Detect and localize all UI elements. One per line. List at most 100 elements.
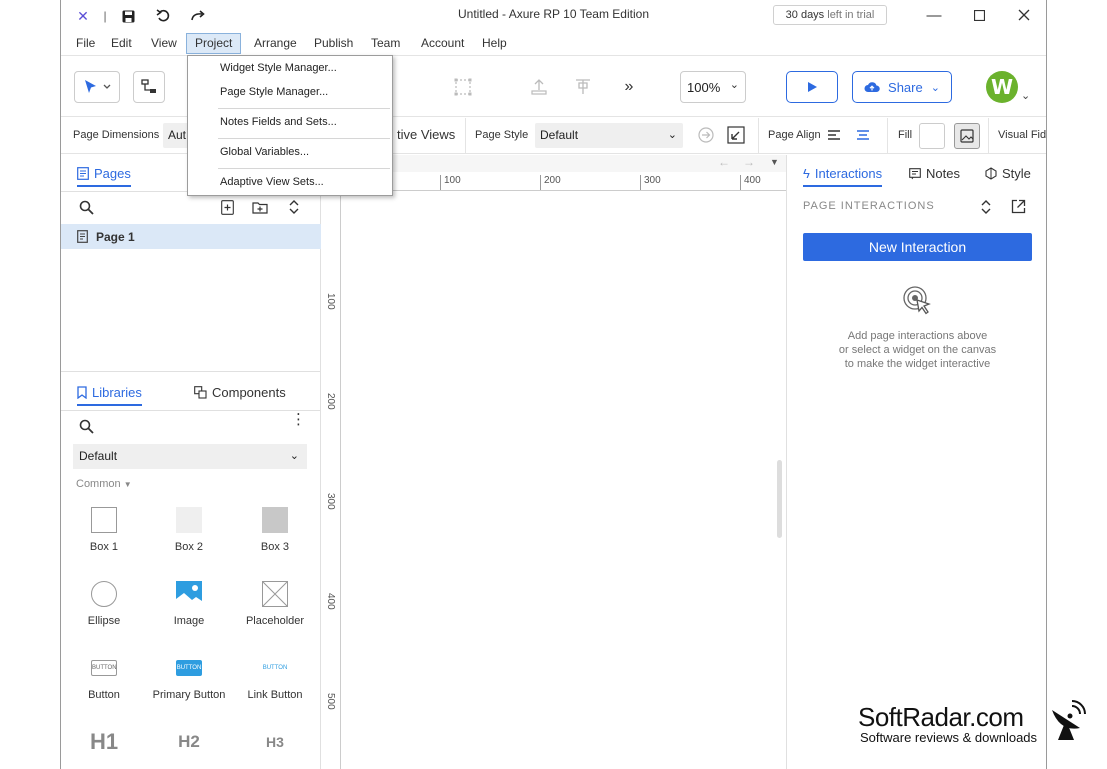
- widget-ellipse[interactable]: Ellipse: [61, 579, 147, 627]
- more-tools-icon[interactable]: »: [617, 75, 641, 99]
- bring-front-icon[interactable]: [527, 75, 551, 99]
- redo-icon[interactable]: [188, 6, 208, 26]
- lightning-icon: ϟ: [803, 166, 810, 181]
- ellipse-thumb: [91, 581, 117, 607]
- back-arrow-icon[interactable]: ←: [718, 155, 730, 169]
- trial-rest: left in trial: [827, 9, 875, 21]
- style-icon: [985, 167, 997, 180]
- align-top-icon[interactable]: [571, 75, 595, 99]
- preview-button[interactable]: [786, 71, 838, 103]
- title-bar: ✕ | Untitled - Axure RP 10 Team Edition …: [61, 0, 1046, 31]
- widget-primary-button[interactable]: BUTTON Primary Button: [146, 653, 232, 701]
- library-select[interactable]: Default ⌄: [73, 444, 307, 469]
- menu-file[interactable]: File: [68, 33, 103, 54]
- menu-account[interactable]: Account: [413, 33, 472, 54]
- chevron-down-icon[interactable]: ⌄: [1021, 89, 1030, 102]
- window-title: Untitled - Axure RP 10 Team Edition: [458, 7, 649, 21]
- link-button-thumb: BUTTON: [262, 665, 288, 671]
- tab-notes-label: Notes: [926, 166, 960, 181]
- new-interaction-button[interactable]: New Interaction: [803, 233, 1032, 261]
- widget-link-button[interactable]: BUTTON Link Button: [232, 653, 318, 701]
- menu-project[interactable]: Project: [186, 33, 242, 54]
- section-common-label: Common: [76, 478, 121, 490]
- widget-box1[interactable]: Box 1: [61, 505, 147, 553]
- tab-style[interactable]: Style: [985, 166, 1031, 181]
- tab-pages[interactable]: Pages: [77, 166, 131, 187]
- interaction-hint: Add page interactions above or select a …: [803, 329, 1032, 371]
- add-page-icon[interactable]: [221, 200, 234, 220]
- widget-heading1[interactable]: H1: [61, 727, 147, 763]
- menu-item-widget-style-manager[interactable]: Widget Style Manager...: [188, 57, 392, 79]
- h2-thumb: H2: [178, 732, 200, 751]
- watermark-brand: SoftRadar.com: [858, 702, 1024, 732]
- select-mode-button[interactable]: [74, 71, 120, 103]
- tab-libraries[interactable]: Libraries: [77, 385, 142, 406]
- divider: [61, 410, 321, 411]
- chevron-down-icon: ⌄: [930, 81, 940, 94]
- divider: [988, 118, 989, 154]
- align-center-icon[interactable]: [856, 128, 870, 145]
- add-folder-icon[interactable]: [252, 201, 268, 219]
- search-icon[interactable]: [79, 200, 94, 220]
- share-button[interactable]: Share ⌄: [852, 71, 952, 103]
- search-icon[interactable]: [79, 419, 94, 439]
- trial-badge[interactable]: 30 days left in trial: [773, 5, 887, 25]
- page-dimensions-select[interactable]: Aut: [163, 123, 189, 148]
- avatar[interactable]: W: [986, 71, 1018, 103]
- ruler-tick: 200: [325, 393, 336, 410]
- page-style-select[interactable]: Default ⌄: [535, 123, 683, 148]
- button-thumb: BUTTON: [91, 660, 117, 676]
- align-left-icon[interactable]: [827, 128, 841, 145]
- divider: [887, 118, 888, 154]
- undo-icon[interactable]: [153, 6, 173, 26]
- adaptive-views-label[interactable]: tive Views: [397, 127, 455, 142]
- box3-thumb: [262, 507, 288, 533]
- tab-notes[interactable]: Notes: [909, 166, 960, 181]
- menu-item-adaptive-view-sets[interactable]: Adaptive View Sets...: [188, 171, 392, 193]
- tab-interactions-label: Interactions: [814, 166, 883, 181]
- popout-icon[interactable]: [1011, 199, 1026, 219]
- widget-placeholder[interactable]: Placeholder: [232, 579, 318, 627]
- edit-style-icon[interactable]: [727, 126, 745, 147]
- page-row[interactable]: Page 1: [61, 224, 321, 249]
- expand-collapse-icon[interactable]: [980, 199, 992, 220]
- widget-image[interactable]: Image: [146, 579, 232, 627]
- menu-item-page-style-manager[interactable]: Page Style Manager...: [188, 81, 392, 103]
- menu-item-global-variables[interactable]: Global Variables...: [188, 141, 392, 163]
- close-button[interactable]: [1004, 4, 1044, 26]
- widget-box3[interactable]: Box 3: [232, 505, 318, 553]
- widget-box2[interactable]: Box 2: [146, 505, 232, 553]
- zoom-select[interactable]: 100% ⌄: [680, 71, 746, 103]
- menu-item-notes-fields[interactable]: Notes Fields and Sets...: [188, 111, 392, 133]
- widget-button[interactable]: BUTTON Button: [61, 653, 147, 701]
- maximize-button[interactable]: [959, 4, 999, 26]
- widget-label: Box 2: [174, 541, 204, 553]
- section-common[interactable]: Common ▼: [76, 478, 132, 490]
- widget-heading2[interactable]: H2: [146, 727, 232, 763]
- tab-components[interactable]: Components: [194, 385, 286, 400]
- menu-team[interactable]: Team: [363, 33, 408, 54]
- fill-image-icon[interactable]: [954, 123, 980, 149]
- fill-color-swatch[interactable]: [919, 123, 945, 149]
- tab-interactions[interactable]: ϟ Interactions: [803, 166, 883, 187]
- menu-view[interactable]: View: [143, 33, 185, 54]
- minimize-button[interactable]: —: [914, 4, 954, 26]
- menu-help[interactable]: Help: [474, 33, 515, 54]
- more-options-icon[interactable]: ⋮: [291, 412, 306, 427]
- menu-arrange[interactable]: Arrange: [246, 33, 305, 54]
- connector-tool-button[interactable]: [133, 71, 165, 103]
- ruler-tick: 300: [325, 493, 336, 510]
- canvas-area[interactable]: ← → ▼ 100 200 300 400 100 200 300 400 50…: [322, 155, 786, 769]
- menu-edit[interactable]: Edit: [103, 33, 140, 54]
- menu-publish[interactable]: Publish: [306, 33, 361, 54]
- forward-arrow-icon[interactable]: →: [743, 155, 755, 169]
- vertical-scrollbar[interactable]: [777, 460, 782, 538]
- expand-collapse-icon[interactable]: [288, 199, 300, 220]
- widget-heading3[interactable]: H3: [232, 727, 318, 763]
- ruler-tick: 200: [540, 175, 561, 190]
- save-icon[interactable]: [118, 6, 138, 26]
- style-link-icon[interactable]: [697, 126, 715, 147]
- caret-down-icon[interactable]: ▼: [770, 157, 779, 167]
- divider: [758, 118, 759, 154]
- group-icon[interactable]: [451, 75, 475, 99]
